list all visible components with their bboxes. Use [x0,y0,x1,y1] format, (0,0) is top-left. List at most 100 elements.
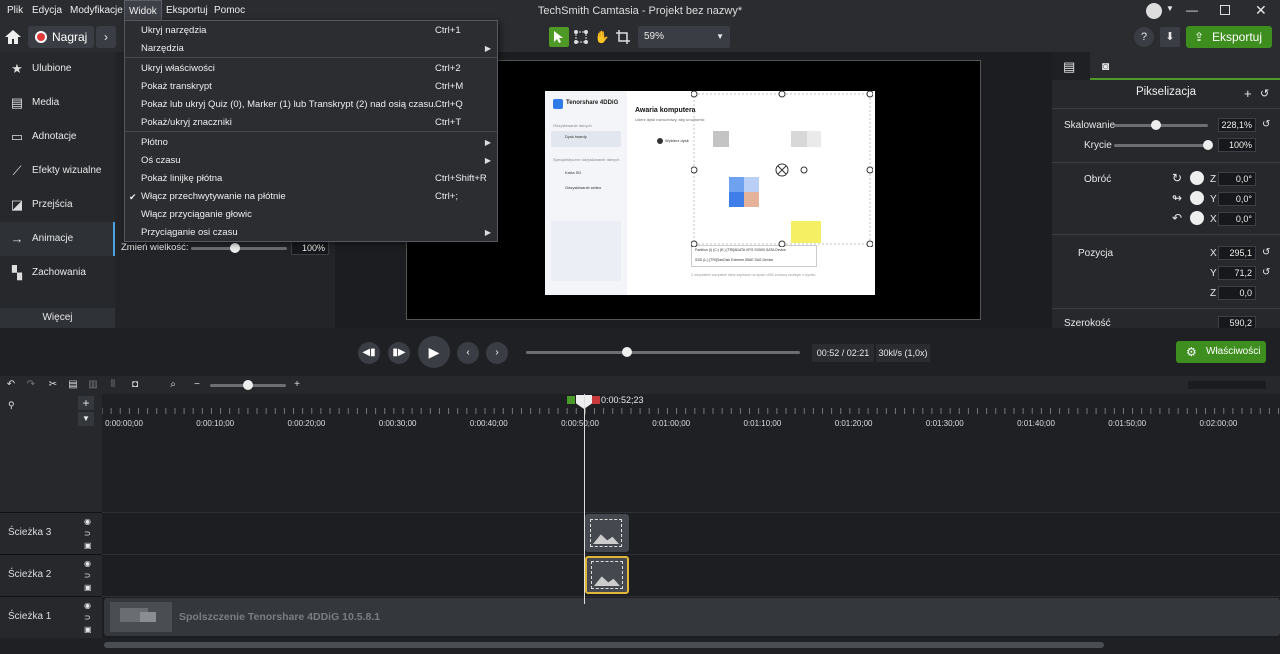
rotate-y-dial[interactable] [1190,191,1204,205]
menu-modyfikacje[interactable]: Modyfikacje [66,0,127,22]
link-icon[interactable]: ⊃ [84,529,91,538]
lock-icon[interactable]: ▣ [84,625,92,634]
position-x-value[interactable]: 295,1 [1218,246,1256,260]
track-header-2[interactable]: Ścieżka 2 ◉ ⊃ ▣ [0,554,102,596]
sidebar-item-ulubione[interactable]: ★ Ulubione [0,52,115,86]
play-button[interactable]: ▶ [418,336,450,368]
tab-visual-properties[interactable]: ▤ [1052,52,1090,80]
more-button[interactable]: Więcej [0,308,115,328]
track-header-1[interactable]: Ścieżka 1 ◉ ⊃ ▣ [0,596,102,638]
sidebar-item-adnotacje[interactable]: ▭ Adnotacje [0,120,115,154]
timeline-ruler[interactable]: ⚲ + ▼ 0:00:00;00 0:00:10;00 0:00:20;00 0:00… [0,394,1280,430]
menu-item-9[interactable]: Włącz przechwytywanie na płótnie Ctrl+; ✔ [125,188,497,206]
prev-frame-button[interactable]: ‹ [457,342,479,364]
resize-slider-knob[interactable] [230,243,240,253]
record-button[interactable]: Nagraj [28,26,94,48]
undo-icon[interactable]: ↶ [4,378,18,392]
sidebar-item-przejscia[interactable]: ◪ Przejścia [0,188,115,222]
add-icon[interactable]: + [1244,86,1252,101]
menu-item-5[interactable]: Pokaż/ukryj znaczniki Ctrl+T [125,114,497,132]
rotate-x-dial[interactable] [1190,211,1204,225]
menu-edycja[interactable]: Edycja [28,0,66,22]
select-tool-button[interactable] [549,27,569,47]
eye-icon[interactable]: ◉ [84,559,91,568]
menu-item-8[interactable]: Pokaż linijkę płótna Ctrl+Shift+R [125,170,497,188]
scale-slider-knob[interactable] [1151,120,1162,130]
rotate-x-value[interactable]: 0,0° [1218,212,1256,226]
add-track-button[interactable]: + [78,396,94,410]
opacity-slider[interactable] [1114,144,1208,147]
menu-item-0[interactable]: Ukryj narzędzia Ctrl+1 [125,22,497,40]
chevron-down-icon[interactable]: ▼ [1166,4,1174,13]
fps-display[interactable]: 30kl/s (1,0x) [876,344,930,362]
track-lane-2[interactable] [102,554,1280,596]
cut-icon[interactable]: ✂ [46,378,60,392]
export-button[interactable]: ⇪ Eksportuj [1186,26,1272,48]
tab-audio-properties[interactable]: ◙ [1102,59,1109,73]
link-icon[interactable]: ⊃ [84,613,91,622]
track-lane-3[interactable] [102,512,1280,554]
menu-item-4[interactable]: Pokaż lub ukryj Quiz (0), Marker (1) lub… [125,96,497,114]
video-clip[interactable]: Spolszczenie Tenorshare 4DDiG 10.5.8.1 [104,598,1280,636]
selection-handles[interactable] [691,91,873,247]
crop-tool-button[interactable] [613,27,633,47]
playhead-out-marker[interactable] [592,396,600,404]
menu-item-6[interactable]: Płótno ▶ [125,134,497,152]
menu-pomoc[interactable]: Pomoc [210,0,249,22]
opacity-value[interactable]: 100% [1218,138,1256,152]
eye-icon[interactable]: ◉ [84,601,91,610]
menu-item-10[interactable]: Włącz przyciąganie głowic [125,206,497,224]
position-z-value[interactable]: 0,0 [1218,286,1256,300]
next-frame-button[interactable]: › [486,342,508,364]
zoom-in-icon[interactable]: + [290,378,304,392]
copy-icon[interactable]: ▤ [66,378,80,392]
menu-eksportuj[interactable]: Eksportuj [162,0,212,22]
effect-clip-selected[interactable] [585,556,629,594]
paste-icon[interactable]: ▥ [86,378,100,392]
home-button[interactable] [4,25,26,49]
effect-clip[interactable] [585,514,629,552]
menu-widok[interactable]: Widok [124,0,162,22]
menu-item-1[interactable]: Narzędzia ▶ [125,40,497,58]
step-forward-button[interactable]: ▮▶ [388,342,410,364]
rotate-y-value[interactable]: 0,0° [1218,192,1256,206]
horizontal-scrollbar[interactable] [104,642,1104,648]
redo-icon[interactable]: ↷ [24,378,38,392]
properties-button[interactable]: ⚙ Właściwości [1176,341,1266,363]
reset-icon[interactable]: ↺ [1262,267,1270,278]
pan-tool-button[interactable]: ✋ [592,27,612,47]
eye-icon[interactable]: ◉ [84,517,91,526]
resize-value[interactable]: 100% [291,241,329,255]
record-more-button[interactable]: › [96,26,116,48]
reset-icon[interactable]: ↺ [1260,87,1269,100]
lock-icon[interactable]: ▣ [84,583,92,592]
scale-value[interactable]: 228,1% [1218,118,1256,132]
playhead-in-marker[interactable] [567,396,575,404]
split-icon[interactable]: ⫴ [106,378,120,392]
menu-item-3[interactable]: Pokaż transkrypt Ctrl+M [125,78,497,96]
help-button[interactable]: ? [1134,27,1154,47]
collapse-tracks-button[interactable]: ▼ [78,412,94,426]
minimize-icon[interactable]: — [1186,3,1198,17]
step-back-button[interactable]: ◀▮ [358,342,380,364]
sidebar-item-animacje[interactable]: → Animacje [0,222,115,256]
snapshot-icon[interactable]: ◘ [128,378,142,392]
zoom-select[interactable]: 59% ▼ [638,26,730,48]
timeline-zoom-knob[interactable] [243,380,253,390]
playback-scrubber[interactable] [526,351,800,354]
zoom-out-icon[interactable]: − [190,378,204,392]
user-avatar-icon[interactable] [1146,3,1162,19]
menu-item-2[interactable]: Ukryj właściwości Ctrl+2 [125,60,497,78]
reset-icon[interactable]: ↺ [1262,247,1270,258]
timeline-minimap[interactable] [1188,381,1266,389]
menu-item-7[interactable]: Oś czasu ▶ [125,152,497,170]
maximize-icon[interactable] [1220,5,1230,15]
link-icon[interactable]: ⊃ [84,571,91,580]
sidebar-item-media[interactable]: ▤ Media [0,86,115,120]
close-icon[interactable]: ✕ [1255,2,1267,19]
rotate-z-dial[interactable] [1190,171,1204,185]
position-y-value[interactable]: 71,2 [1218,266,1256,280]
magnet-icon[interactable]: ⚲ [8,400,16,422]
sidebar-item-zachowania[interactable]: ▚ Zachowania [0,256,115,290]
transform-tool-button[interactable] [571,27,591,47]
